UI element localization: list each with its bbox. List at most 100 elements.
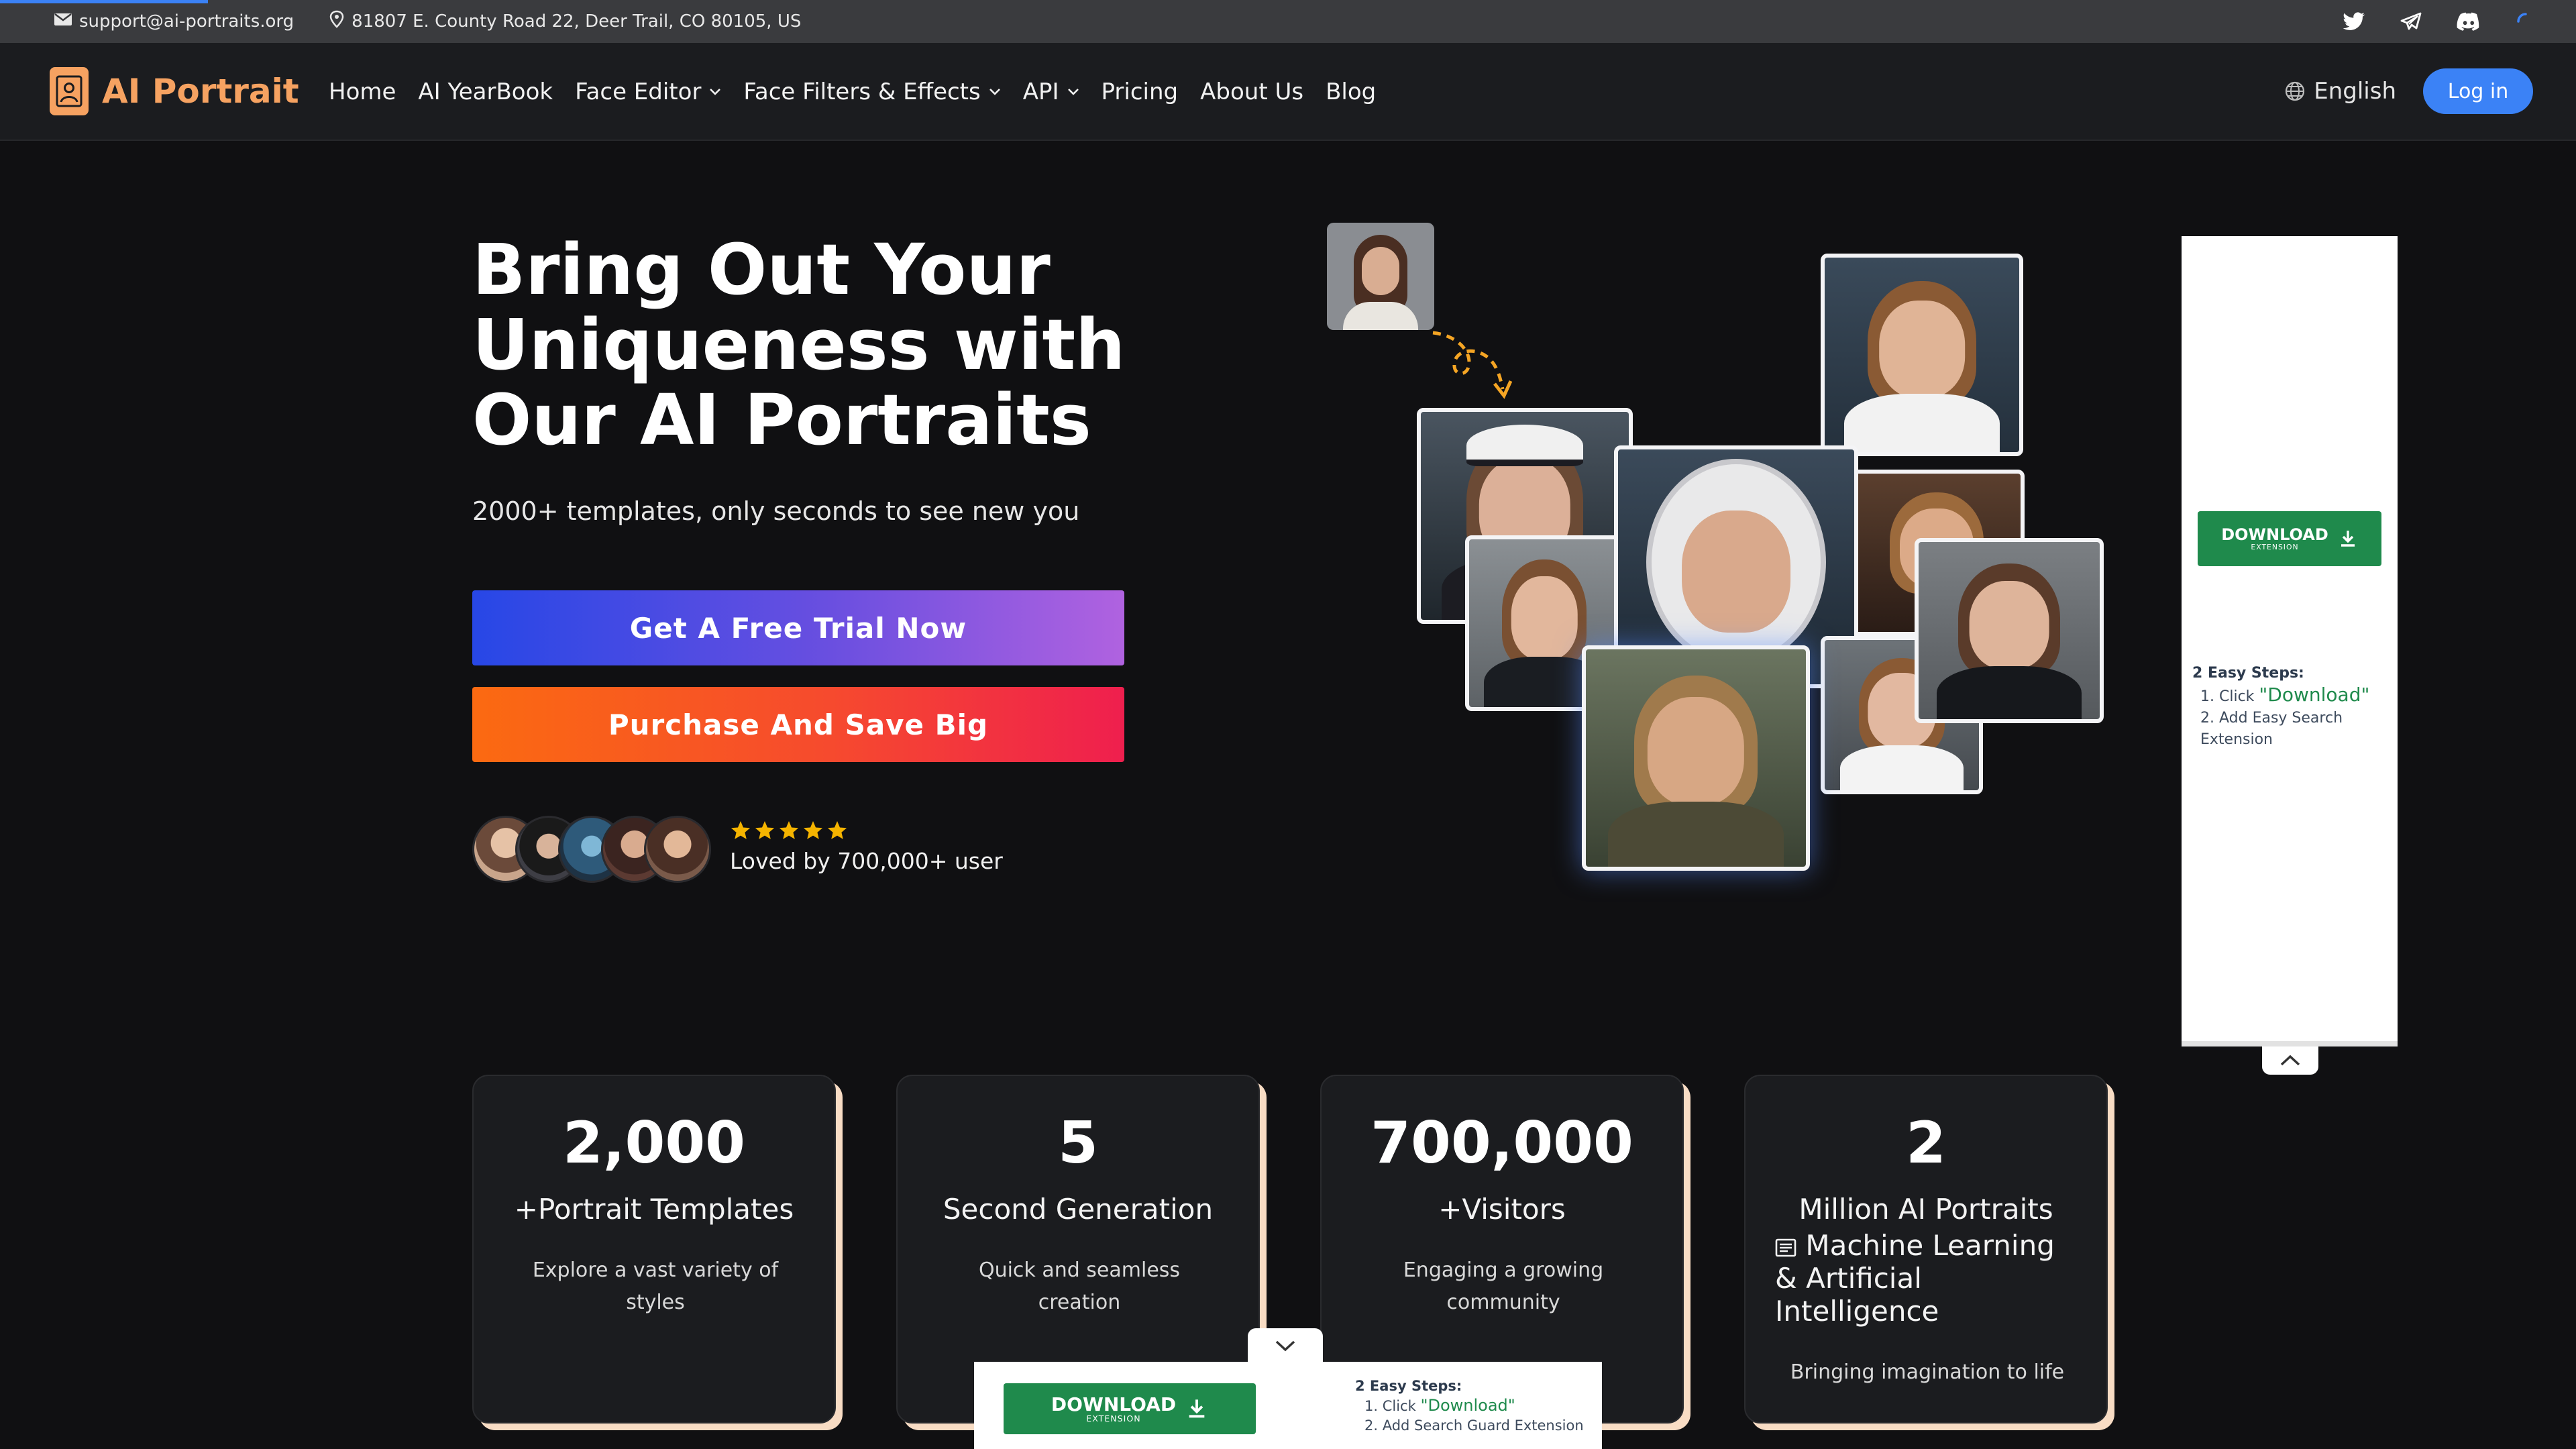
ad-download-button[interactable]: DOWNLOAD EXTENSION	[2198, 511, 2381, 566]
top-info-bar: support@ai-portraits.org 81807 E. County…	[0, 0, 2576, 43]
document-icon	[1775, 1238, 1796, 1257]
user-avatars	[472, 816, 711, 883]
extension-label: EXTENSION	[1086, 1413, 1141, 1424]
discord-icon[interactable]	[2457, 12, 2481, 31]
step-1-prefix: 1. Click	[1364, 1398, 1421, 1414]
language-label: English	[2314, 78, 2396, 105]
telegram-icon[interactable]	[2400, 12, 2422, 31]
star-icon	[731, 821, 751, 839]
star-icon	[779, 821, 799, 839]
twitter-icon[interactable]	[2343, 12, 2365, 31]
step-2: 2. Add Search Guard Extension	[1364, 1417, 1584, 1434]
portrait-soldier	[1582, 645, 1810, 871]
stat-number: 2,000	[562, 1110, 746, 1177]
stat-description: Bringing imagination to life	[1790, 1360, 2065, 1384]
curly-arrow-icon	[1432, 331, 1513, 399]
stat-description: Explore a vast variety of styles	[532, 1258, 779, 1314]
ml-overlay-text: Machine Learning & Artificial Intelligen…	[1775, 1229, 2055, 1328]
nav-item-api[interactable]: API	[1023, 78, 1079, 105]
stat-label: +Visitors	[1438, 1193, 1566, 1226]
nav-item-home[interactable]: Home	[329, 78, 396, 105]
collapse-bottom-ad-button[interactable]	[1248, 1328, 1323, 1363]
chevron-down-icon	[989, 89, 1000, 95]
avatar	[644, 816, 711, 883]
star-icon	[803, 821, 823, 839]
stat-number: 700,000	[1371, 1110, 1633, 1177]
nav-label: About Us	[1200, 78, 1304, 105]
step-1: 1. Click "Download"	[1355, 1396, 1584, 1416]
email-text: support@ai-portraits.org	[79, 11, 294, 32]
nav-label: Face Editor	[575, 78, 702, 105]
ml-overlay-tooltip: Machine Learning & Artificial Intelligen…	[1775, 1229, 2084, 1328]
loading-spinner-icon	[2516, 11, 2536, 32]
nav-item-about-us[interactable]: About Us	[1200, 78, 1303, 105]
nav-label: Face Filters & Effects	[743, 78, 981, 105]
loved-by-text: Loved by 700,000+ user	[730, 848, 1003, 874]
download-icon	[2341, 531, 2355, 547]
steps-title: 2 Easy Steps:	[1355, 1378, 1462, 1394]
extension-label: EXTENSION	[2251, 542, 2299, 551]
download-icon	[1189, 1399, 1205, 1418]
nav-label: API	[1022, 78, 1059, 105]
stat-label: +Portrait Templates	[514, 1193, 794, 1226]
nav-label: AI YearBook	[418, 78, 553, 105]
nav-label: Pricing	[1101, 78, 1179, 105]
download-label: DOWNLOAD	[2221, 525, 2328, 544]
nav-label: Home	[329, 78, 396, 105]
brand-logo[interactable]: AI Portrait	[50, 67, 299, 115]
collapse-ad-button[interactable]	[2262, 1046, 2318, 1075]
ad-steps: 2 Easy Steps: 1. Click "Download" 2. Add…	[2192, 663, 2369, 751]
ad-download-button[interactable]: DOWNLOAD EXTENSION	[1004, 1383, 1256, 1434]
portrait-logo-icon	[50, 67, 89, 115]
page-load-progress	[0, 0, 208, 3]
step-2: 2. Add Easy Search Extension	[2200, 710, 2343, 748]
stat-number: 2	[1906, 1110, 1946, 1177]
hero-subtitle: 2000+ templates, only seconds to see new…	[472, 496, 1080, 526]
nav-item-blog[interactable]: Blog	[1326, 78, 1376, 105]
stat-label: Million AI Portraits	[1799, 1193, 2053, 1226]
download-label: DOWNLOAD	[1051, 1393, 1177, 1415]
stat-card-portraits: 2 Million AI Portraits Machine Learning …	[1744, 1075, 2108, 1424]
step-1-highlight: "Download"	[2259, 684, 2370, 706]
address-text: 81807 E. County Road 22, Deer Trail, CO …	[352, 11, 802, 32]
nav-item-face-editor[interactable]: Face Editor	[575, 78, 721, 105]
steps-title: 2 Easy Steps:	[2192, 665, 2304, 682]
nav-menu: Home AI YearBook Face Editor Face Filter…	[329, 43, 1376, 141]
mail-icon	[54, 11, 72, 32]
portrait-doctor	[1821, 254, 2023, 456]
chevron-down-icon	[710, 89, 721, 95]
ad-steps: 2 Easy Steps: 1. Click "Download" 2. Add…	[1355, 1377, 1584, 1436]
side-extension-ad: DOWNLOAD EXTENSION 2 Easy Steps: 1. Click…	[2182, 236, 2398, 1046]
stat-description: Quick and seamless creation	[978, 1258, 1181, 1314]
main-navigation: AI Portrait Home AI YearBook Face Editor…	[0, 43, 2576, 141]
step-1-highlight: "Download"	[1420, 1396, 1515, 1415]
stat-card-templates: 2,000 +Portrait Templates Explore a vast…	[472, 1075, 836, 1424]
brand-name: AI Portrait	[102, 72, 299, 111]
language-selector[interactable]: English	[2284, 78, 2396, 105]
nav-item-pricing[interactable]: Pricing	[1102, 78, 1179, 105]
stat-number: 5	[1058, 1110, 1098, 1177]
hero-title: Bring Out Your Uniqueness with Our AI Po…	[472, 229, 1126, 461]
stat-description: Engaging a growing community	[1403, 1258, 1604, 1314]
star-icon	[755, 821, 775, 839]
bottom-extension-ad: DOWNLOAD EXTENSION 2 Easy Steps: 1. Click…	[974, 1362, 1602, 1449]
chevron-down-icon	[1275, 1340, 1295, 1352]
globe-icon	[2286, 81, 2305, 101]
contact-email[interactable]: support@ai-portraits.org	[54, 11, 294, 32]
contact-address: 81807 E. County Road 22, Deer Trail, CO …	[329, 10, 801, 34]
location-pin-icon	[329, 10, 345, 34]
star-icon	[827, 821, 847, 839]
nav-label: Blog	[1326, 78, 1377, 105]
step-1: 1. Click "Download"	[2192, 684, 2369, 708]
chevron-down-icon	[1067, 89, 1079, 95]
chevron-up-icon	[2280, 1055, 2300, 1066]
nav-item-face-filters[interactable]: Face Filters & Effects	[743, 78, 1000, 105]
rating-stars	[730, 820, 848, 841]
nav-item-ai-yearbook[interactable]: AI YearBook	[418, 78, 553, 105]
login-button[interactable]: Log in	[2423, 68, 2533, 114]
portrait-business	[1915, 538, 2104, 723]
free-trial-button[interactable]: Get A Free Trial Now	[472, 590, 1124, 665]
original-photo	[1327, 223, 1434, 330]
purchase-button[interactable]: Purchase And Save Big	[472, 687, 1124, 762]
step-1-prefix: 1. Click	[2200, 688, 2259, 705]
